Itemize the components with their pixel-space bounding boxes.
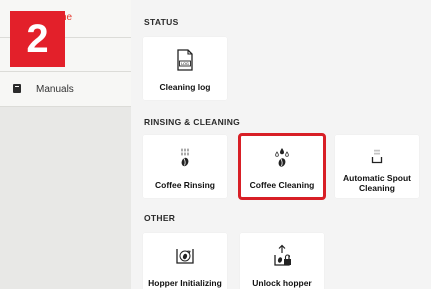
- hopper-initializing-label: Hopper Initializing: [148, 278, 222, 288]
- unlock-hopper-button[interactable]: Unlock hopper: [240, 233, 324, 289]
- log-file-icon: LOG: [143, 49, 227, 73]
- section-title-other: OTHER: [144, 213, 176, 223]
- cleaning-log-label: Cleaning log: [159, 82, 211, 92]
- sidebar-item-label: Manuals: [36, 84, 74, 95]
- hopper-initializing-button[interactable]: Hopper Initializing: [143, 233, 227, 289]
- unlock-hopper-icon: [240, 244, 324, 268]
- coffee-rinsing-icon: [143, 147, 227, 171]
- coffee-cleaning-icon: [240, 147, 324, 171]
- automatic-spout-cleaning-button[interactable]: Automatic Spout Cleaning: [335, 135, 419, 198]
- spout-cleaning-icon: [335, 147, 419, 171]
- unlock-hopper-label: Unlock hopper: [252, 278, 312, 288]
- label-line: Cleaning: [359, 183, 395, 193]
- book-icon: [13, 84, 21, 93]
- sidebar-item-manuals[interactable]: Manuals: [0, 72, 131, 107]
- automatic-spout-cleaning-label: Automatic Spout Cleaning: [337, 173, 417, 193]
- step-number-badge: 2: [10, 11, 65, 67]
- section-title-status: STATUS: [144, 17, 179, 27]
- log-icon-text: LOG: [181, 62, 189, 66]
- coffee-cleaning-label: Coffee Cleaning: [249, 180, 315, 190]
- coffee-cleaning-button[interactable]: Coffee Cleaning: [238, 133, 326, 200]
- cleaning-log-button[interactable]: LOG Cleaning log: [143, 37, 227, 100]
- label-line: Automatic Spout: [343, 173, 411, 183]
- coffee-rinsing-label: Coffee Rinsing: [155, 180, 215, 190]
- hopper-initializing-icon: [143, 244, 227, 268]
- section-title-rinsing-cleaning: RINSING & CLEANING: [144, 117, 241, 127]
- coffee-rinsing-button[interactable]: Coffee Rinsing: [143, 135, 227, 198]
- main-content: STATUS LOG Cleaning log RINSING & CLEANI…: [131, 0, 431, 289]
